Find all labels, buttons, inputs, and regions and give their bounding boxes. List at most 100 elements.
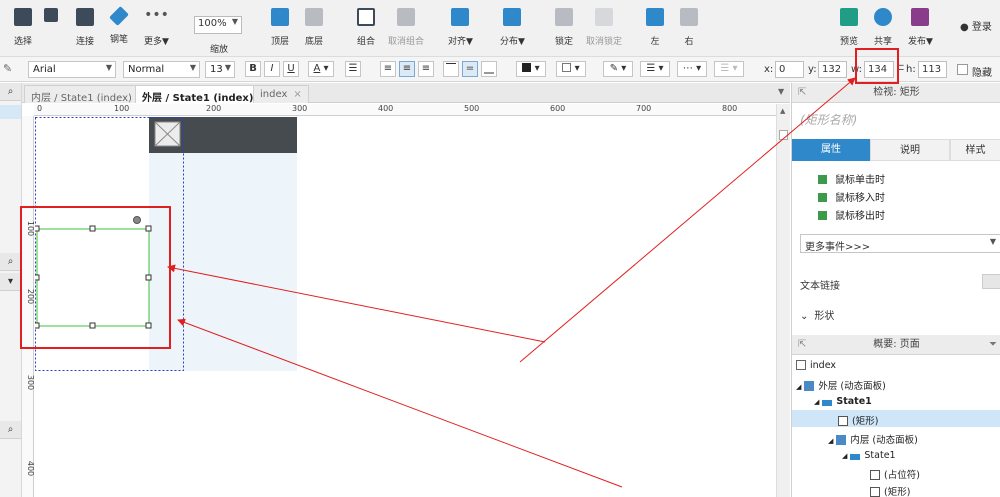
fill-color-button[interactable]: ▾ — [516, 61, 546, 77]
tab-style[interactable]: 样式 — [950, 139, 1000, 161]
font-style-select[interactable]: Normal ▼ — [123, 61, 200, 78]
distribute-button[interactable]: 分布▼ — [500, 8, 525, 47]
event-onmouseenter[interactable]: 鼠标移入时 — [818, 189, 885, 204]
valign-top-button[interactable]: ⎺ — [443, 61, 459, 77]
event-onmouseout[interactable]: 鼠标移出时 — [818, 207, 885, 222]
font-size-select[interactable]: 13 ▼ — [205, 61, 235, 78]
search-icon[interactable]: ⌕ — [0, 83, 21, 101]
preview-button[interactable]: 预览 — [840, 8, 858, 47]
font-color-button[interactable]: A ▾ — [308, 61, 334, 77]
width-input[interactable]: 134 — [864, 61, 894, 78]
align-right-button[interactable]: 右 — [680, 8, 698, 47]
ungroup-button[interactable]: 取消组合 — [388, 8, 424, 47]
group-button[interactable]: 组合 — [357, 8, 375, 47]
line-style-button[interactable]: ⋯ ▾ — [677, 61, 707, 77]
share-button[interactable]: 共享 — [874, 8, 892, 47]
state-icon — [850, 454, 861, 460]
canvas-vertical-scrollbar[interactable]: ▲ — [776, 104, 790, 497]
design-canvas[interactable] — [35, 117, 776, 497]
select-mode-button[interactable] — [44, 8, 58, 22]
align-text-center-button[interactable]: ≡ — [399, 61, 415, 77]
height-input[interactable]: 113 — [918, 61, 947, 78]
align-button[interactable]: 对齐▼ — [448, 8, 473, 47]
main-toolbar: 选择 连接 钢笔 ••• 更多▼ 100% ▼ 缩放 顶层 底层 组合 取消组合 … — [0, 0, 1000, 57]
tab-notes[interactable]: 说明 — [870, 139, 950, 161]
tab-index[interactable]: index × — [253, 85, 309, 103]
search-icon[interactable]: ⌕ — [0, 253, 21, 271]
tab-list-dropdown-icon[interactable]: ▼ — [778, 87, 784, 96]
outline-item-inner-rectangle[interactable]: (矩形) — [870, 484, 910, 497]
font-color-icon: A — [313, 63, 321, 74]
send-to-bottom-button[interactable]: 底层 — [305, 8, 323, 47]
align-text-right-button[interactable]: ≡ — [418, 61, 434, 77]
unlock-button[interactable]: 取消锁定 — [586, 8, 622, 47]
chevron-down-icon: ⌄ — [800, 311, 809, 322]
collapse-icon[interactable]: ⇱ — [798, 335, 806, 354]
select-tool-button[interactable]: 选择 — [14, 8, 32, 47]
zoom-select[interactable]: 100% ▼ — [194, 16, 242, 34]
arrow-style-button[interactable]: ☰ ▾ — [714, 61, 744, 77]
shape-name-input[interactable]: (矩形名称) — [800, 111, 857, 128]
bring-to-top-button[interactable]: 顶层 — [271, 8, 289, 47]
underline-button[interactable]: U — [283, 61, 299, 77]
search-icon[interactable]: ⌕ — [0, 421, 21, 439]
align-left-button[interactable]: 左 — [646, 8, 664, 47]
expand-icon[interactable]: ◢ — [842, 452, 847, 460]
more-tools-button[interactable]: ••• 更多▼ — [144, 8, 169, 47]
group-icon — [357, 8, 375, 26]
page-tab-bar: 内层 / State1 (index)× 外层 / State1 (index)… — [22, 83, 790, 104]
hide-checkbox[interactable] — [957, 64, 968, 75]
filter-icon[interactable]: ⏷ — [989, 335, 997, 354]
expand-icon[interactable]: ◢ — [796, 383, 801, 391]
scroll-up-icon[interactable]: ▲ — [780, 107, 785, 115]
line-color-button[interactable]: ✎ ▾ — [603, 61, 633, 77]
valign-middle-button[interactable]: = — [462, 61, 478, 77]
outline-item-index[interactable]: index — [796, 360, 836, 371]
format-painter-icon[interactable]: ✎ — [3, 62, 12, 75]
tab-properties[interactable]: 属性 — [792, 139, 870, 161]
shape-section-header[interactable]: ⌄ 形状 — [800, 307, 834, 322]
outline-item-inner-state1[interactable]: ◢ State1 — [842, 450, 896, 461]
outline-item-placeholder[interactable]: (占位符) — [870, 467, 920, 481]
text-link-button[interactable] — [982, 274, 1000, 289]
shadow-button[interactable]: ▾ — [556, 61, 586, 77]
align-text-left-button[interactable]: ≡ — [380, 61, 396, 77]
event-onclick[interactable]: 鼠标单击时 — [818, 171, 885, 186]
valign-bottom-button[interactable]: ⎽ — [481, 61, 497, 77]
scrollbar-thumb[interactable] — [779, 130, 788, 140]
chevron-down-icon: ▼ — [105, 63, 112, 72]
dropdown-icon[interactable]: ▾ — [0, 273, 21, 291]
login-button[interactable]: ● 登录 — [960, 18, 992, 33]
expand-icon[interactable]: ◢ — [828, 437, 833, 445]
expand-icon[interactable]: ◢ — [814, 398, 819, 406]
connect-tool-button[interactable]: 连接 — [76, 8, 94, 47]
bullet-list-button[interactable]: ☰ — [345, 61, 361, 77]
pen-icon — [109, 6, 129, 26]
font-family-select[interactable]: Arial ▼ — [28, 61, 116, 78]
more-events-select[interactable]: 更多事件>>> ▼ — [800, 234, 1000, 253]
ungroup-icon — [397, 8, 415, 26]
chevron-down-icon: ▼ — [224, 63, 231, 72]
outline-item-state1[interactable]: ◢ State1 — [814, 396, 872, 407]
lock-button[interactable]: 锁定 — [555, 8, 573, 47]
close-icon[interactable]: × — [293, 89, 301, 100]
pen-tool-button[interactable]: 钢笔 — [109, 6, 129, 45]
bold-button[interactable]: B — [245, 61, 261, 77]
left-panel-collapsed: ⌕ ⌕ ▾ ⌕ — [0, 83, 22, 497]
collapse-icon[interactable]: ⇱ — [798, 83, 806, 102]
rotate-handle[interactable] — [133, 216, 141, 224]
event-icon — [818, 211, 827, 220]
outline-item-outer-panel[interactable]: ◢ 外层 (动态面板) — [796, 378, 886, 392]
publish-button[interactable]: 发布▼ — [908, 8, 933, 47]
outline-item-inner-panel[interactable]: ◢ 内层 (动态面板) — [828, 432, 918, 446]
lock-ratio-icon[interactable]: ⊏ — [897, 63, 905, 73]
user-icon: ● — [960, 22, 969, 33]
state-icon — [822, 400, 833, 406]
tab-inner-state1[interactable]: 内层 / State1 (index)× — [24, 85, 154, 104]
outline-item-rectangle-selected[interactable]: (矩形) — [792, 410, 1000, 427]
x-input[interactable]: 0 — [775, 61, 804, 78]
selected-rectangle[interactable] — [36, 228, 150, 327]
y-input[interactable]: 132 — [818, 61, 847, 78]
italic-button[interactable]: I — [264, 61, 280, 77]
line-weight-button[interactable]: ☰ ▾ — [640, 61, 670, 77]
